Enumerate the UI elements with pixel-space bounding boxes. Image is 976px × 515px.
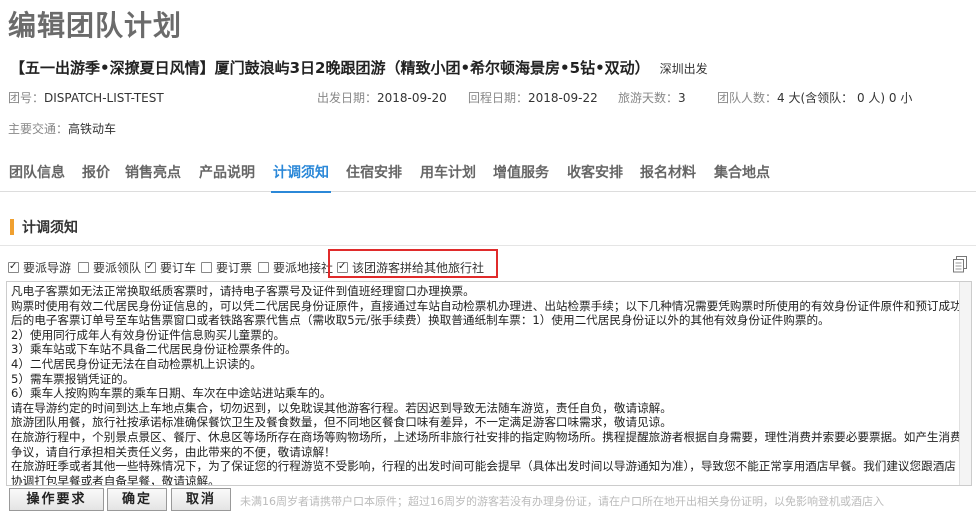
depart-date-label: 出发日期： <box>317 91 378 105</box>
checkbox-unchecked-icon[interactable] <box>78 262 89 273</box>
checkbox-assign-guide[interactable]: 要派导游 <box>8 259 71 276</box>
tour-days: 旅游天数：3 <box>618 89 686 106</box>
operation-requirements-button[interactable]: 操作要求 <box>9 488 104 511</box>
tab-registration-materials[interactable]: 报名材料 <box>640 162 696 182</box>
checkbox-checked-icon[interactable] <box>145 260 156 274</box>
checkbox-label: 要订票 <box>216 261 253 275</box>
copy-icon[interactable] <box>952 256 968 273</box>
cancel-button[interactable]: 取消 <box>171 488 231 511</box>
depart-date-value: 2018-09-20 <box>377 91 447 105</box>
faded-notes-text: 未满16周岁者请携带户口本原件；超过16周岁的游客若没有办理身份证，请在户口所在… <box>240 495 884 508</box>
tab-bar: 团队信息 报价 销售亮点 产品说明 计调须知 住宿安排 用车计划 增值服务 收客… <box>0 150 976 193</box>
notes-line: 购票时使用有效二代居民身份证信息的，可以凭二代居民身份证原件，直接通过车站自动检… <box>11 298 962 328</box>
checkbox-book-tickets[interactable]: 要订票 <box>201 259 252 276</box>
departure-city: 深圳出发 <box>659 62 708 76</box>
main-traffic: 主要交通：高铁动车 <box>8 120 116 137</box>
return-date-value: 2018-09-22 <box>528 91 598 105</box>
notes-scrollbar[interactable] <box>959 282 971 485</box>
notes-line: 3）乘车站或下车站不具备二代居民身份证检票条件的。 <box>11 342 297 357</box>
tab-operation-notes[interactable]: 计调须知 <box>271 162 331 193</box>
team-size-label: 团队人数： <box>717 91 778 105</box>
team-size-value: 4 大(含领队： 0 人) 0 小 <box>777 91 913 105</box>
tab-guest-arrangement[interactable]: 收客安排 <box>567 162 623 182</box>
notes-line: 在旅游行程中，个别景点景区、餐厅、休息区等场所存在商场等购物场所，上述场所非旅行… <box>11 429 962 459</box>
team-number-label: 团号： <box>8 91 45 105</box>
highlight-box <box>328 249 498 278</box>
section-title: 计调须知 <box>10 217 78 237</box>
depart-date: 出发日期：2018-09-20 <box>317 89 447 106</box>
checkbox-assign-local-agency[interactable]: 要派地接社 <box>258 259 333 276</box>
notes-line: 在旅游旺季或者其他一些特殊情况下，为了保证您的行程游览不受影响，行程的出发时间可… <box>11 459 956 486</box>
footer-bar: 未满16周岁者请携带户口本原件；超过16周岁的游客若没有办理身份证，请在户口所在… <box>0 486 976 515</box>
tour-name: 【五一出游季•深撩夏日风情】厦门鼓浪屿3日2晚跟团游（精致小团•希尔顿海景房•5… <box>10 59 650 77</box>
tab-team-info[interactable]: 团队信息 <box>9 162 65 182</box>
tab-accommodation[interactable]: 住宿安排 <box>346 162 402 182</box>
team-size: 团队人数：4 大(含领队： 0 人) 0 小 <box>717 89 912 106</box>
tour-days-label: 旅游天数： <box>618 91 679 105</box>
return-date: 回程日期：2018-09-22 <box>468 89 598 106</box>
checkbox-unchecked-icon[interactable] <box>258 262 269 273</box>
checkbox-book-vehicle[interactable]: 要订车 <box>145 259 196 276</box>
team-number: 团号：DISPATCH-LIST-TEST <box>8 89 164 106</box>
main-traffic-label: 主要交通： <box>8 122 69 136</box>
notes-line: 5）需车票报销凭证的。 <box>11 371 135 386</box>
checkbox-label: 要派领队 <box>93 261 142 275</box>
tab-meeting-point[interactable]: 集合地点 <box>714 162 770 182</box>
page-title: 编辑团队计划 <box>8 9 183 42</box>
checkbox-label: 要派地接社 <box>273 261 334 275</box>
main-traffic-value: 高铁动车 <box>68 122 117 136</box>
tab-product-description[interactable]: 产品说明 <box>199 162 255 182</box>
notes-line: 4）二代居民身份证无法在自动检票机上识读的。 <box>11 356 262 371</box>
checkbox-label: 要派导游 <box>23 261 72 275</box>
checkbox-unchecked-icon[interactable] <box>201 262 212 273</box>
checkbox-checked-icon[interactable] <box>8 260 19 274</box>
tour-title: 【五一出游季•深撩夏日风情】厦门鼓浪屿3日2晚跟团游（精致小团•希尔顿海景房•5… <box>10 57 708 78</box>
confirm-button[interactable]: 确定 <box>107 488 167 511</box>
checkbox-label: 要订车 <box>160 261 197 275</box>
notes-line: 6）乘车人按购购车票的乘车日期、车次在中途站进站乘车的。 <box>11 386 332 401</box>
tab-quote[interactable]: 报价 <box>82 162 110 182</box>
notes-line: 凡电子客票如无法正常换取纸质客票时，请持电子客票号及证件到值班经理窗口办理换票。 <box>11 284 475 298</box>
notes-line: 请在导游约定的时间到达上车地点集合，切勿迟到，以免耽误其他游客行程。若因迟到导致… <box>11 400 672 415</box>
return-date-label: 回程日期： <box>468 91 529 105</box>
section-divider <box>0 245 976 246</box>
tab-value-added-services[interactable]: 增值服务 <box>493 162 549 182</box>
tab-vehicle-plan[interactable]: 用车计划 <box>420 162 476 182</box>
notes-textarea[interactable]: 凡电子客票如无法正常换取纸质客票时，请持电子客票号及证件到值班经理窗口办理换票。… <box>6 281 972 486</box>
tour-days-value: 3 <box>678 91 686 105</box>
team-number-value: DISPATCH-LIST-TEST <box>44 91 164 105</box>
notes-line: 2）使用同行成年人有效身份证件信息购买儿童票的。 <box>11 327 286 342</box>
checkbox-assign-leader[interactable]: 要派领队 <box>78 259 141 276</box>
tab-sales-highlights[interactable]: 销售亮点 <box>125 162 181 182</box>
notes-line: 旅游团队用餐，旅行社按承诺标准确保餐饮卫生及餐食数量，但不同地区餐食口味有差异，… <box>11 415 672 430</box>
